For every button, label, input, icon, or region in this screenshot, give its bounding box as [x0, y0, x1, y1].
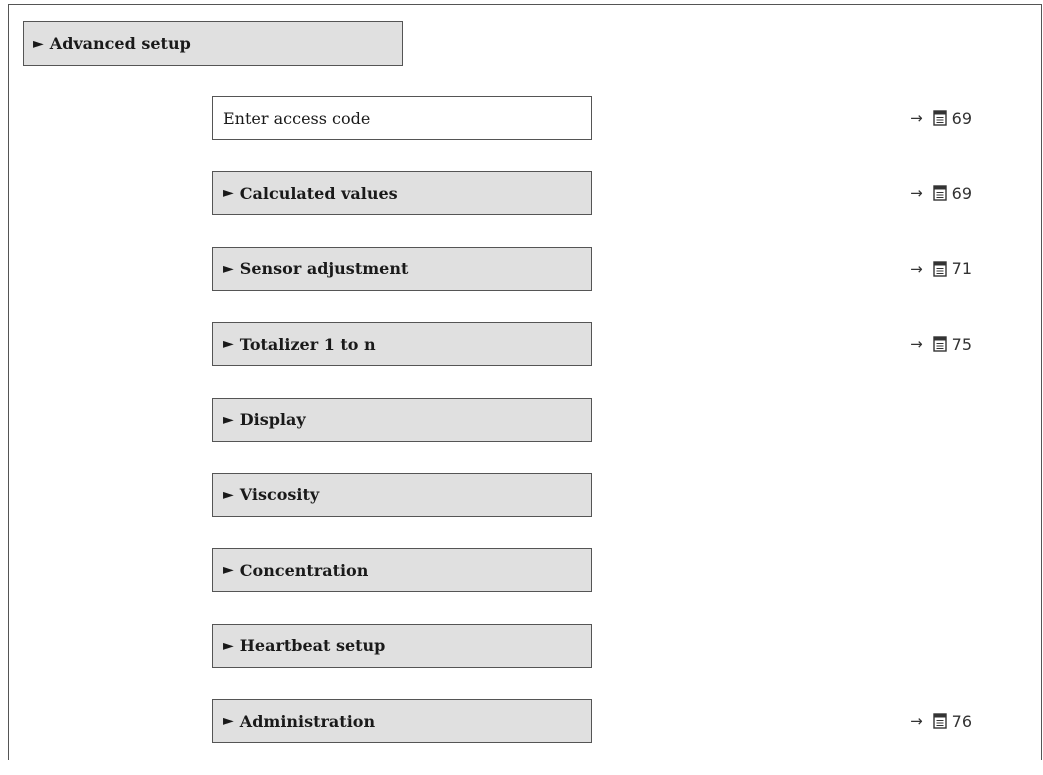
- arrow-right-icon: →: [910, 335, 923, 354]
- header-label: Advanced setup: [49, 34, 191, 53]
- menu-item-label: Sensor adjustment: [239, 259, 409, 279]
- page-number: 69: [951, 183, 972, 203]
- book-icon: [932, 185, 947, 202]
- submenu-viscosity[interactable]: ► Viscosity: [212, 472, 592, 517]
- menu-row: ► Display: [212, 397, 1012, 442]
- menu-row: ► Heartbeat setup: [212, 623, 1012, 668]
- arrow-right-icon: →: [910, 712, 923, 731]
- triangle-right-icon: ►: [223, 336, 234, 353]
- menu-row: ► Viscosity: [212, 472, 1012, 517]
- triangle-right-icon: ►: [223, 637, 234, 654]
- book-icon: [932, 336, 947, 352]
- book-icon: [932, 110, 947, 126]
- page-reference-link[interactable]: → 71: [910, 247, 972, 291]
- book-icon: [932, 713, 947, 729]
- arrow-right-icon: →: [910, 259, 923, 278]
- arrow-right-icon: →: [910, 184, 923, 203]
- advanced-setup-menu-header[interactable]: ► Advanced setup: [23, 21, 403, 66]
- triangle-right-icon: ►: [33, 35, 44, 52]
- submenu-administration[interactable]: ► Administration: [212, 699, 592, 744]
- page-number: 75: [951, 334, 972, 354]
- menu-item-label: Heartbeat setup: [239, 636, 386, 656]
- menu-item-label: Concentration: [239, 560, 369, 580]
- menu-item-label: Viscosity: [239, 485, 320, 505]
- menu-list: Enter access code → 69 ► Calculated values → 6…: [212, 96, 1012, 775]
- page-reference-link[interactable]: → 75: [910, 322, 972, 366]
- submenu-heartbeat-setup[interactable]: ► Heartbeat setup: [212, 623, 592, 668]
- menu-item-label: Totalizer 1 to n: [239, 334, 376, 354]
- parameter-enter-access-code[interactable]: Enter access code: [212, 96, 592, 140]
- menu-row: ► Calculated values → 69: [212, 171, 1012, 216]
- page-reference-link[interactable]: → 69: [910, 96, 972, 140]
- menu-row: ► Administration → 76: [212, 699, 1012, 744]
- menu-item-label: Administration: [239, 711, 376, 731]
- triangle-right-icon: ►: [223, 260, 234, 277]
- menu-row: ► Sensor adjustment → 71: [212, 246, 1012, 291]
- submenu-calculated-values[interactable]: ► Calculated values: [212, 171, 592, 216]
- page-reference-link[interactable]: → 76: [910, 699, 972, 743]
- submenu-sensor-adjustment[interactable]: ► Sensor adjustment: [212, 246, 592, 291]
- submenu-totalizer-1-to-n[interactable]: ► Totalizer 1 to n: [212, 322, 592, 367]
- menu-row: Enter access code → 69: [212, 96, 1012, 140]
- triangle-right-icon: ►: [223, 562, 234, 579]
- page-number: 71: [951, 259, 972, 279]
- page-number: 76: [951, 711, 972, 731]
- triangle-right-icon: ►: [223, 486, 234, 503]
- menu-row: ► Totalizer 1 to n → 75: [212, 322, 1012, 367]
- submenu-concentration[interactable]: ► Concentration: [212, 548, 592, 593]
- submenu-display[interactable]: ► Display: [212, 397, 592, 442]
- page-number: 69: [951, 108, 972, 128]
- menu-item-label: Calculated values: [239, 183, 398, 203]
- book-icon: [932, 261, 947, 277]
- menu-item-label: Enter access code: [223, 108, 371, 128]
- menu-item-label: Display: [239, 410, 306, 430]
- menu-row: ► Concentration: [212, 548, 1012, 593]
- page-reference-link[interactable]: → 69: [910, 171, 972, 215]
- triangle-right-icon: ►: [223, 185, 234, 202]
- arrow-right-icon: →: [910, 109, 923, 127]
- triangle-right-icon: ►: [223, 713, 234, 730]
- triangle-right-icon: ►: [223, 411, 234, 428]
